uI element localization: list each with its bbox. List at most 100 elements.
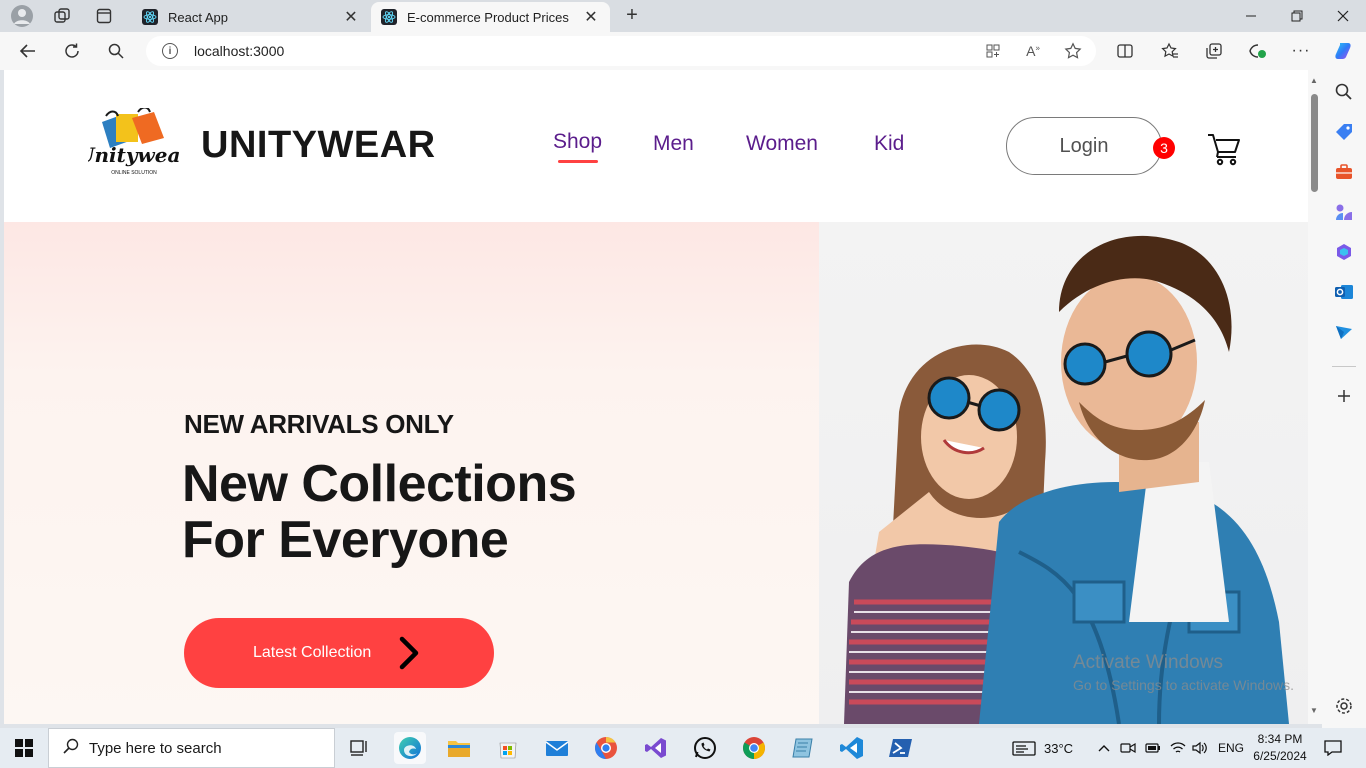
mail-icon[interactable]: [541, 732, 573, 764]
cart-icon[interactable]: [1206, 130, 1242, 166]
split-screen-icon[interactable]: [1115, 41, 1135, 61]
meet-now-icon[interactable]: [1120, 728, 1136, 768]
windows-start-icon[interactable]: [0, 728, 48, 768]
app-available-icon[interactable]: [983, 41, 1003, 61]
windows-taskbar: Type here to search 33°C ENG 8:34 PM 6/2…: [0, 728, 1366, 768]
site-info-icon[interactable]: i: [162, 43, 178, 59]
workspaces-icon[interactable]: [50, 4, 74, 28]
brand-name: UNITYWEAR: [201, 124, 436, 166]
taskbar-clock[interactable]: 8:34 PM 6/25/2024: [1248, 731, 1312, 765]
latest-collection-button[interactable]: Latest Collection: [184, 618, 494, 688]
sidebar-settings-icon[interactable]: [1334, 696, 1354, 716]
favorite-star-icon[interactable]: [1063, 41, 1083, 61]
chrome-dev-icon[interactable]: [590, 732, 622, 764]
vscode-icon[interactable]: [836, 732, 868, 764]
hero-kicker: NEW ARRIVALS ONLY: [184, 409, 454, 439]
unitywear-logo[interactable]: Unitywear ONLINE SOLUTION: [77, 106, 192, 180]
notifications-icon[interactable]: [1324, 728, 1342, 768]
file-explorer-icon[interactable]: [443, 732, 475, 764]
whatsapp-icon[interactable]: [689, 732, 721, 764]
clock-date: 6/25/2024: [1253, 749, 1307, 763]
read-aloud-icon[interactable]: A»: [1023, 41, 1043, 61]
hero-title-line-2: For Everyone: [182, 511, 509, 569]
nav-men[interactable]: Men: [653, 132, 694, 156]
page-scrollbar[interactable]: ▲ ▼: [1308, 70, 1322, 724]
weather-icon: [1012, 741, 1036, 756]
close-tab-icon[interactable]: ✕: [582, 7, 600, 27]
tab-title: E-commerce Product Prices: [407, 9, 569, 25]
react-favicon-icon: [142, 9, 158, 25]
send-icon[interactable]: [1334, 322, 1354, 342]
battery-icon[interactable]: [1145, 728, 1161, 768]
outlook-icon[interactable]: [1334, 282, 1354, 302]
volume-icon[interactable]: [1192, 728, 1208, 768]
nav-kid[interactable]: Kid: [874, 132, 904, 156]
wifi-icon[interactable]: [1170, 728, 1186, 768]
microsoft-365-icon[interactable]: [1334, 242, 1354, 262]
back-arrow-icon[interactable]: [16, 39, 40, 63]
activate-windows-subtitle: Go to Settings to activate Windows.: [1073, 677, 1294, 693]
favorites-icon[interactable]: [1160, 41, 1180, 61]
logo-tagline: ONLINE SOLUTION: [111, 170, 157, 176]
taskbar-search-box[interactable]: Type here to search: [48, 728, 335, 768]
visual-studio-icon[interactable]: [640, 732, 672, 764]
microsoft-store-icon[interactable]: [492, 732, 524, 764]
show-hidden-icons-icon[interactable]: [1097, 728, 1111, 768]
weather-widget[interactable]: 33°C: [1012, 728, 1073, 768]
hero-title: New Collections For Everyone: [182, 456, 577, 569]
tab-actions-icon[interactable]: [92, 4, 116, 28]
activate-windows-title: Activate Windows: [1073, 652, 1223, 673]
new-tab-button[interactable]: +: [620, 4, 644, 28]
copilot-icon[interactable]: [1333, 39, 1357, 63]
powershell-icon[interactable]: [885, 732, 917, 764]
minimize-icon[interactable]: [1228, 0, 1274, 32]
more-menu-icon[interactable]: ···: [1291, 41, 1311, 61]
url-text: localhost:3000: [194, 43, 285, 59]
task-view-icon[interactable]: [344, 732, 376, 764]
react-favicon-icon: [381, 9, 397, 25]
shopping-tag-icon[interactable]: [1334, 122, 1354, 142]
notes-app-icon[interactable]: [787, 732, 819, 764]
logo-wordmark: Unitywear: [88, 143, 180, 167]
cart-count-badge: 3: [1153, 137, 1175, 159]
search-icon[interactable]: [104, 39, 128, 63]
nav-shop[interactable]: Shop: [553, 130, 602, 154]
add-sidebar-item-icon[interactable]: [1334, 386, 1354, 406]
login-button[interactable]: Login: [1006, 117, 1162, 175]
nav-active-indicator: [558, 160, 598, 163]
browser-tab-bar: React App ✕ E-commerce Product Prices ✕ …: [0, 0, 1366, 32]
sidebar-divider: [1332, 366, 1356, 367]
collections-icon[interactable]: [1204, 41, 1224, 61]
tab-react-app[interactable]: React App ✕: [132, 2, 370, 32]
arrow-right-icon: [399, 636, 419, 670]
temperature-label: 33°C: [1044, 740, 1074, 756]
profile-icon[interactable]: [10, 4, 34, 28]
tab-title: React App: [168, 9, 228, 25]
tools-briefcase-icon[interactable]: [1334, 162, 1354, 182]
hero-image-couple: [819, 222, 1308, 724]
tab-ecommerce-product-prices[interactable]: E-commerce Product Prices ✕: [371, 2, 610, 32]
scrollbar-thumb[interactable]: [1311, 94, 1318, 192]
taskbar-search-placeholder: Type here to search: [89, 739, 222, 757]
refresh-icon[interactable]: [60, 39, 84, 63]
scroll-down-icon[interactable]: ▼: [1310, 706, 1318, 715]
url-field[interactable]: i localhost:3000: [146, 36, 1096, 66]
address-bar-row: i localhost:3000 A» ···: [0, 32, 1366, 70]
edge-taskbar-icon[interactable]: [394, 732, 426, 764]
page-viewport: Unitywear ONLINE SOLUTION UNITYWEAR Shop…: [4, 70, 1308, 724]
latest-collection-label: Latest Collection: [253, 644, 372, 661]
edge-sidebar: [1322, 70, 1366, 728]
restore-icon[interactable]: [1274, 0, 1320, 32]
scroll-up-icon[interactable]: ▲: [1310, 76, 1318, 85]
taskbar-search-icon: [63, 738, 79, 759]
close-window-icon[interactable]: [1320, 0, 1366, 32]
language-indicator[interactable]: ENG: [1218, 728, 1244, 768]
sidebar-search-icon[interactable]: [1334, 82, 1354, 102]
hero-section: NEW ARRIVALS ONLY New Collections For Ev…: [4, 222, 1308, 724]
close-tab-icon[interactable]: ✕: [342, 7, 360, 27]
games-icon[interactable]: [1334, 202, 1354, 222]
chrome-icon[interactable]: [738, 732, 770, 764]
nav-women[interactable]: Women: [746, 132, 818, 156]
browser-essentials-icon[interactable]: [1248, 41, 1268, 61]
clock-time: 8:34 PM: [1257, 732, 1303, 746]
